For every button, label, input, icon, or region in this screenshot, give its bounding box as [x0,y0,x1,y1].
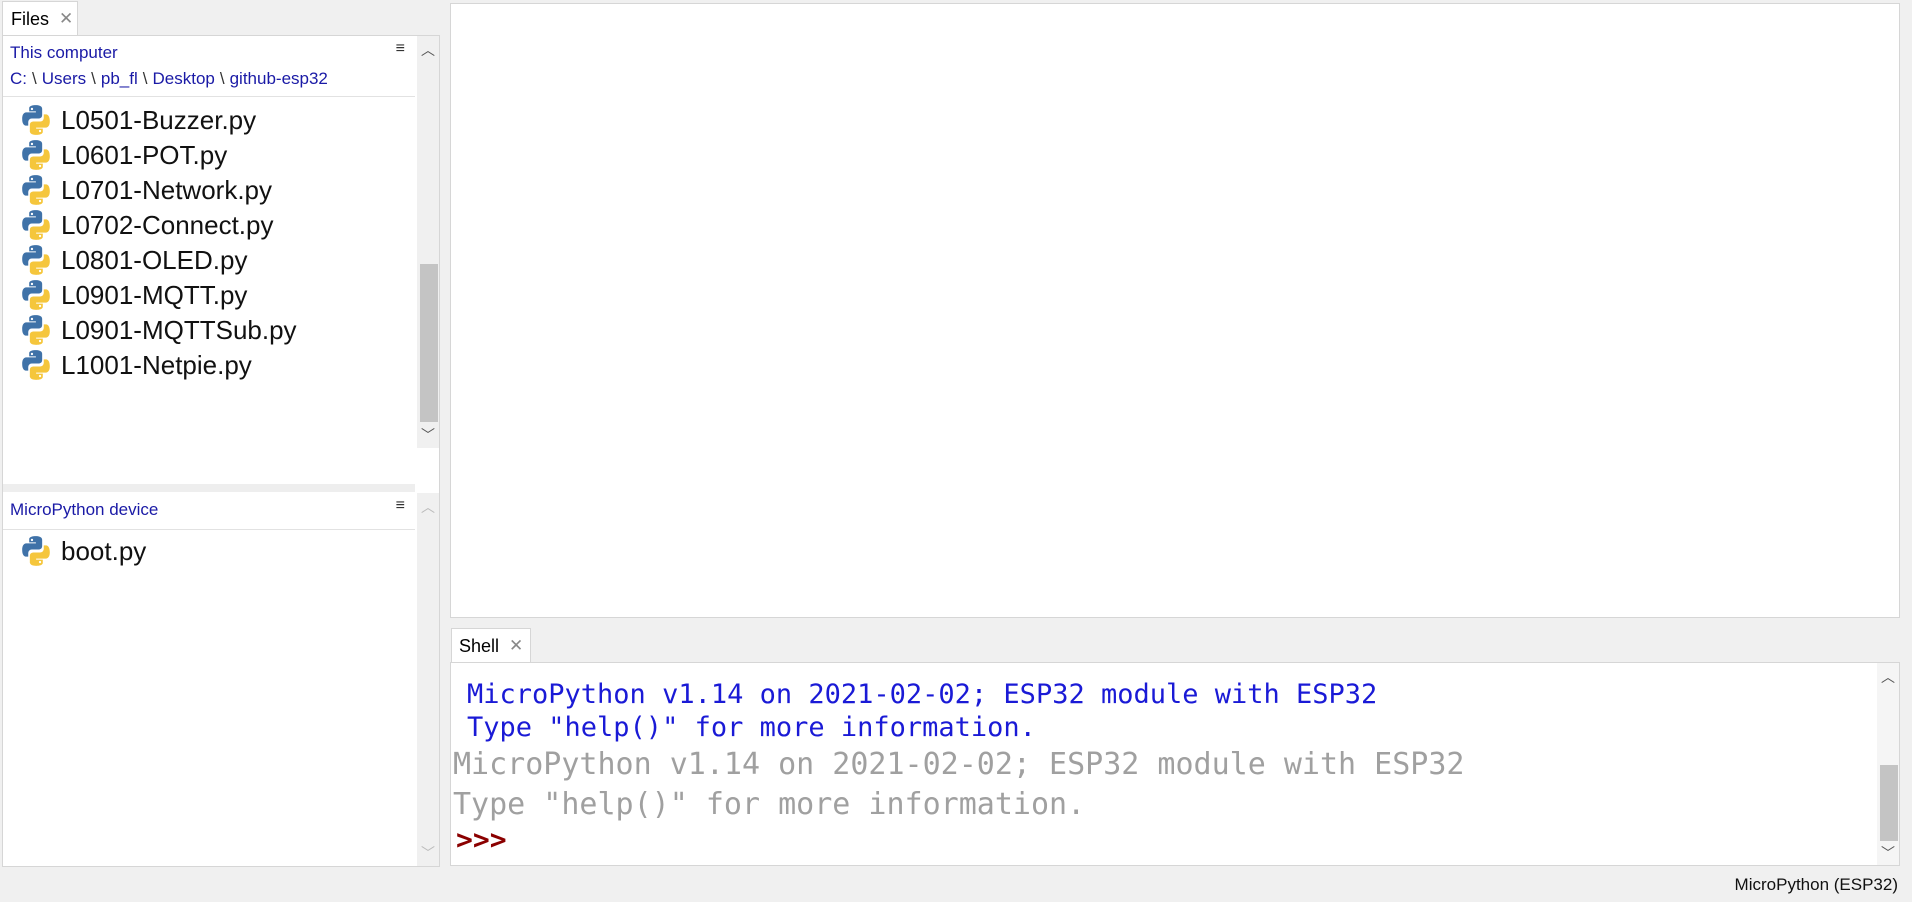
file-name: boot.py [61,535,147,566]
tab-shell-label: Shell [459,635,500,656]
shell-output-line: MicroPython v1.14 on 2021-02-02; ESP32 m… [453,747,1465,782]
tab-files-label: Files [11,8,50,29]
file-name: L0702-Connect.py [61,209,274,240]
list-item[interactable]: L0901-MQTT.py [19,275,247,315]
computer-pane-header: This computer ≡ C: \ Users \ pb_fl \ Desktop \ g… [3,36,415,88]
breadcrumb-separator: \ [91,69,96,88]
python-file-icon [22,536,50,566]
tab-files[interactable]: Files ✕ [2,1,78,36]
computer-pane-title: This computer [10,43,118,62]
python-file-icon [22,140,50,170]
python-file-icon [22,105,50,135]
shell-prompt[interactable]: >>> [456,823,507,856]
python-file-icon [22,175,50,205]
file-name: L0801-OLED.py [61,244,248,275]
scroll-up-icon[interactable]: ︿ [417,497,439,517]
list-item[interactable]: L0501-Buzzer.py [19,100,256,140]
device-scrollbar[interactable]: ︿ ﹀ [417,493,439,866]
file-name: L0601-POT.py [61,139,228,170]
scroll-down-icon[interactable]: ﹀ [417,843,439,863]
python-file-icon [22,315,50,345]
menu-icon[interactable]: ≡ [396,40,405,58]
status-bar: MicroPython (ESP32) [0,870,1912,902]
breadcrumb-item[interactable]: Users [42,69,86,88]
close-icon[interactable]: ✕ [509,636,523,656]
device-pane-title: MicroPython device [10,500,159,519]
divider [3,529,415,530]
python-file-icon [22,245,50,275]
breadcrumb-separator: \ [142,69,148,88]
list-item[interactable]: boot.py [19,531,146,571]
breadcrumb-item[interactable]: pb_fl [101,69,138,88]
shell-banner-line: MicroPython v1.14 on 2021-02-02; ESP32 m… [467,679,1378,710]
close-icon[interactable]: ✕ [59,9,73,29]
editor-area[interactable] [450,3,1900,618]
shell-console[interactable]: MicroPython v1.14 on 2021-02-02; ESP32 m… [450,662,1900,866]
computer-file-list: L0501-Buzzer.py L0601-POT.py L0701-Netwo… [3,98,415,484]
file-name: L1001-Netpie.py [61,349,252,380]
divider [3,96,415,97]
scrollbar-thumb[interactable] [420,264,438,422]
thonny-window: Files ✕ This computer ≡ C: \ Users \ pb_fl \ D… [0,0,1912,902]
list-item[interactable]: L0601-POT.py [19,135,227,175]
python-file-icon [22,280,50,310]
scroll-up-icon[interactable]: ︿ [417,40,439,60]
shell-output-line: Type "help()" for more information. [453,787,1086,822]
scrollbar-thumb[interactable] [1880,765,1898,841]
scroll-down-icon[interactable]: ﹀ [1877,843,1899,863]
pane-splitter[interactable] [3,484,415,492]
list-item[interactable]: L0701-Network.py [19,170,272,210]
list-item[interactable]: L0901-MQTTSub.py [19,310,297,350]
file-name: L0901-MQTTSub.py [61,314,297,345]
list-item[interactable]: L0702-Connect.py [19,205,273,245]
scroll-down-icon[interactable]: ﹀ [417,425,439,445]
files-panel: This computer ≡ C: \ Users \ pb_fl \ Desktop \ g… [2,35,440,867]
file-name: L0501-Buzzer.py [61,104,257,135]
breadcrumb: C: \ Users \ pb_fl \ Desktop \ github-esp32 [10,69,328,89]
interpreter-status[interactable]: MicroPython (ESP32) [1735,875,1898,895]
menu-icon[interactable]: ≡ [396,497,405,515]
breadcrumb-separator: \ [219,69,225,88]
python-file-icon [22,210,50,240]
shell-banner-line: Type "help()" for more information. [467,712,1036,743]
file-name: L0901-MQTT.py [61,279,248,310]
device-file-list: boot.py [3,531,415,861]
computer-scrollbar[interactable]: ︿ ﹀ [417,36,439,448]
tab-shell[interactable]: Shell ✕ [451,628,531,663]
file-name: L0701-Network.py [61,174,272,205]
shell-scrollbar[interactable]: ︿ ﹀ [1877,663,1899,865]
breadcrumb-item[interactable]: C: [10,69,27,88]
list-item[interactable]: L0801-OLED.py [19,240,247,280]
device-pane-header: MicroPython device ≡ [3,493,415,529]
breadcrumb-separator: \ [32,69,37,88]
breadcrumb-item[interactable]: Desktop [152,69,214,88]
scroll-up-icon[interactable]: ︿ [1877,667,1899,687]
python-file-icon [22,350,50,380]
list-item[interactable]: L1001-Netpie.py [19,345,252,385]
breadcrumb-item[interactable]: github-esp32 [230,69,328,88]
